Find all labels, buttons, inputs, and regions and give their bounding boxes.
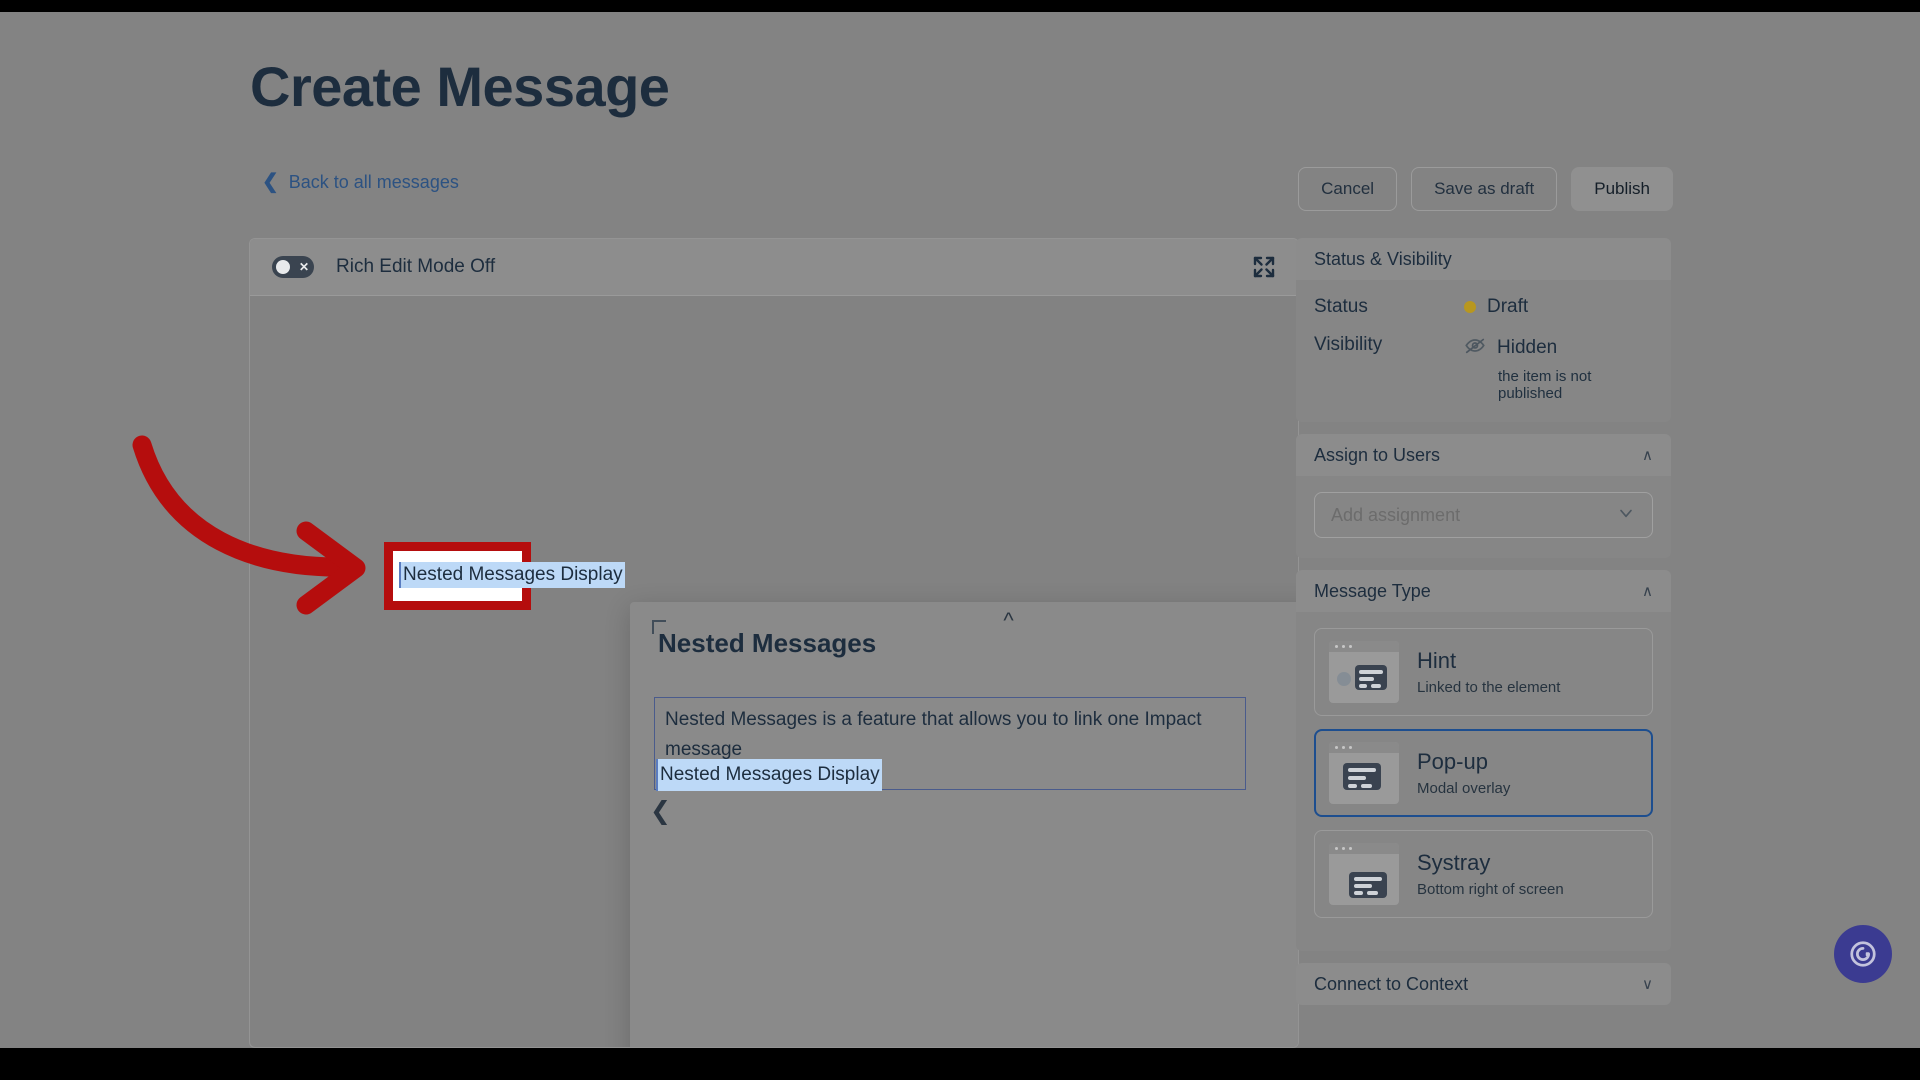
panel-title: Status & Visibility [1314, 248, 1452, 269]
message-type-panel-body: Hint Linked to the element Pop-up Modal … [1296, 612, 1671, 951]
app-surface: Create Message ❮ Back to all messages Ca… [0, 12, 1920, 1048]
eye-off-icon [1464, 334, 1486, 362]
letterbox-top-bar [0, 0, 1920, 12]
message-editor-panel: ✕ Rich Edit Mode Off ^ ⌄ [249, 238, 1299, 1048]
status-label: Status [1314, 296, 1368, 317]
hint-option-text: Hint Linked to the element [1417, 648, 1560, 696]
status-visibility-panel-body: Status Draft Visibility Hidden the item … [1296, 280, 1671, 422]
nested-modal-text-editor[interactable]: Nested Messages is a feature that allows… [654, 697, 1246, 791]
status-visibility-panel: Status & Visibility Status Draft Visibil… [1296, 238, 1671, 422]
visibility-label: Visibility [1314, 334, 1383, 355]
message-type-panel-header[interactable]: Message Type ∧ [1296, 570, 1671, 612]
chevron-left-icon: ❮ [262, 170, 279, 193]
toggle-knob [276, 260, 290, 274]
selected-text-run[interactable]: Nested Messages Display [656, 759, 882, 791]
assign-to-users-panel: Assign to Users ∧ Add assignment [1296, 434, 1671, 558]
status-badge: Draft [1464, 296, 1528, 318]
status-visibility-panel-header[interactable]: Status & Visibility [1296, 238, 1671, 280]
popup-preview-icon [1329, 742, 1399, 804]
systray-preview-icon [1329, 843, 1399, 905]
option-name: Hint [1417, 647, 1457, 673]
toggle-off-x-icon: ✕ [298, 260, 309, 274]
nested-modal-body: ^ ⌄ ❮ ❯ Nested Messages ✕ Nested Message… [630, 602, 1298, 1047]
status-value: Draft [1487, 296, 1529, 317]
annotation-selected-text: Nested Messages Display [399, 562, 625, 588]
action-button-group: Cancel Save as draft Publish [1298, 167, 1673, 211]
cancel-button[interactable]: Cancel [1298, 167, 1398, 211]
nested-modal-title: Nested Messages [658, 628, 877, 658]
visibility-note: the item is not published [1498, 368, 1592, 402]
connect-to-context-panel-header[interactable]: Connect to Context ∨ [1296, 963, 1671, 1005]
message-type-option-popup[interactable]: Pop-up Modal overlay [1314, 729, 1653, 817]
assign-to-users-panel-body: Add assignment [1296, 476, 1671, 558]
rich-edit-mode-toggle[interactable]: ✕ [272, 256, 314, 278]
nav-chevron-up-icon[interactable]: ^ [1003, 610, 1013, 632]
assign-to-users-panel-header[interactable]: Assign to Users ∧ [1296, 434, 1671, 476]
hint-preview-icon [1329, 641, 1399, 703]
visibility-row: Visibility Hidden [1314, 334, 1653, 362]
message-type-panel: Message Type ∧ Hint Linked to the elemen… [1296, 570, 1671, 951]
option-name: Systray [1417, 849, 1491, 875]
chevron-down-icon[interactable]: ∨ [1642, 975, 1653, 993]
nested-message-preview-modal: ^ ⌄ ❮ ❯ Nested Messages ✕ Nested Message… [630, 602, 1298, 1047]
status-dot-icon [1464, 301, 1476, 313]
add-assignment-select[interactable]: Add assignment [1314, 492, 1653, 538]
panel-title: Message Type [1314, 580, 1431, 601]
chevron-up-icon[interactable]: ∧ [1642, 446, 1653, 464]
message-type-option-systray[interactable]: Systray Bottom right of screen [1314, 830, 1653, 918]
page-title: Create Message [250, 55, 670, 118]
option-name: Pop-up [1417, 748, 1488, 774]
save-as-draft-button[interactable]: Save as draft [1411, 167, 1558, 211]
chevron-down-icon [1616, 503, 1636, 528]
systray-option-text: Systray Bottom right of screen [1417, 850, 1564, 898]
editor-toolbar: ✕ Rich Edit Mode Off [250, 239, 1298, 296]
option-desc: Modal overlay [1417, 780, 1511, 798]
help-chat-fab[interactable] [1834, 925, 1892, 983]
chevron-up-icon[interactable]: ∧ [1642, 582, 1653, 600]
fullscreen-expand-icon[interactable] [1252, 255, 1276, 279]
popup-option-text: Pop-up Modal overlay [1417, 749, 1510, 797]
connect-to-context-panel: Connect to Context ∨ [1296, 963, 1671, 1005]
curved-arrow-right-icon [132, 435, 366, 615]
visibility-value: Hidden [1497, 337, 1558, 358]
status-row: Status Draft [1314, 296, 1653, 318]
modal-body-line-1: Nested Messages is a feature that allows… [665, 709, 1202, 760]
message-type-option-hint[interactable]: Hint Linked to the element [1314, 628, 1653, 716]
panel-title: Assign to Users [1314, 444, 1441, 465]
option-desc: Linked to the element [1417, 679, 1561, 697]
option-desc: Bottom right of screen [1417, 881, 1564, 899]
back-link-label: Back to all messages [288, 172, 459, 192]
rich-edit-mode-label: Rich Edit Mode Off [336, 256, 496, 277]
nav-chevron-left-icon[interactable]: ❮ [650, 799, 671, 824]
settings-sidebar: Status & Visibility Status Draft Visibil… [1296, 238, 1671, 1017]
add-assignment-placeholder: Add assignment [1331, 504, 1461, 525]
visibility-value-group: Hidden [1464, 334, 1557, 362]
help-chat-icon [1850, 941, 1876, 967]
letterbox-bottom-bar [0, 1048, 1920, 1080]
publish-button[interactable]: Publish [1571, 167, 1673, 211]
back-to-all-messages-link[interactable]: ❮ Back to all messages [262, 172, 459, 193]
panel-title: Connect to Context [1314, 973, 1469, 994]
